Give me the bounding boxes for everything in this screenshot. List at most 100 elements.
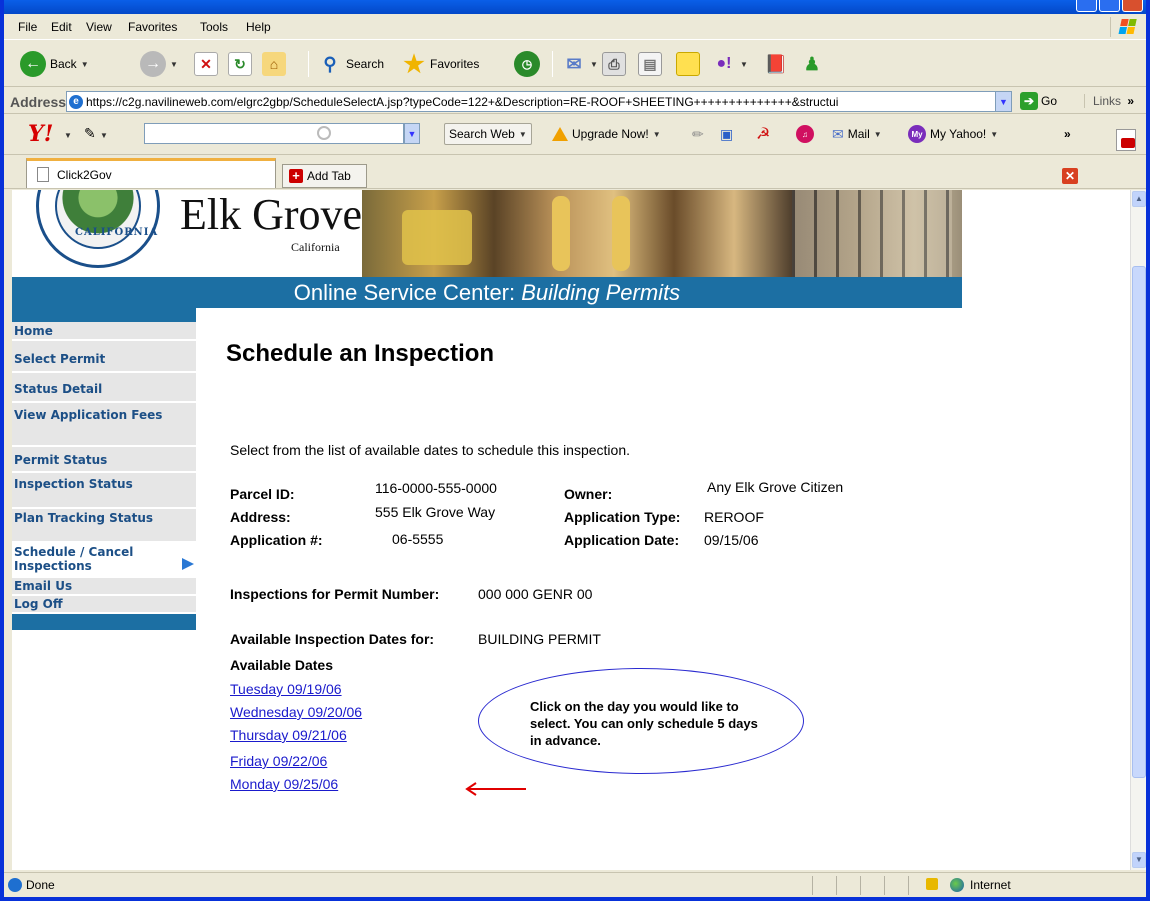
vertical-scrollbar[interactable]: ▲ ▼ — [1130, 190, 1146, 870]
nav-item-plan-tracking-status[interactable]: Plan Tracking Status — [12, 509, 196, 543]
research-button[interactable]: 📕 — [764, 49, 788, 79]
globe-icon — [950, 878, 964, 892]
pencil-icon[interactable]: ✎ — [84, 125, 96, 142]
toolbar-more-chevron[interactable]: » — [1064, 123, 1071, 145]
links-button[interactable]: Links » — [1084, 94, 1134, 108]
title-bar — [4, 0, 1146, 14]
date-link-friday[interactable]: Friday 09/22/06 — [230, 753, 327, 769]
date-link-tuesday[interactable]: Tuesday 09/19/06 — [230, 681, 342, 697]
notes-button[interactable] — [676, 49, 700, 79]
banner-title-accent: Building Permits — [521, 280, 681, 305]
close-tab-icon[interactable]: ✕ — [1062, 168, 1078, 184]
banner-title: Online Service Center: — [293, 280, 522, 305]
address-input[interactable]: e https://c2g.navilineweb.com/elgrc2gbp/… — [66, 91, 1012, 112]
go-button[interactable]: ➔ Go — [1020, 92, 1057, 110]
upgrade-now-button[interactable]: Upgrade Now! ▼ — [552, 123, 661, 145]
photo-element — [792, 190, 952, 277]
bookmarks-icon[interactable]: ▣ — [720, 123, 733, 145]
yahoo-messenger-button[interactable]: ●! ▼ — [712, 49, 748, 79]
upgrade-label: Upgrade Now! — [572, 127, 649, 141]
nav-item-label: Schedule / Cancel Inspections — [14, 545, 134, 573]
warning-icon — [552, 127, 568, 141]
security-zone-label: Internet — [970, 878, 1011, 892]
nav-item-email-us[interactable]: Email Us — [12, 578, 196, 596]
search-web-button[interactable]: Search Web ▼ — [444, 123, 532, 145]
plus-icon: + — [289, 169, 303, 183]
maximize-button[interactable] — [1099, 0, 1120, 12]
yahoo-logo-icon[interactable]: Y! — [28, 121, 53, 147]
menu-view[interactable]: View — [86, 20, 112, 34]
back-button[interactable]: ← Back ▼ — [20, 49, 89, 79]
edit-page-button[interactable]: ▤ — [638, 49, 662, 79]
search-web-label: Search Web — [449, 127, 515, 141]
menu-bar: File Edit View Favorites Tools Help — [4, 14, 1146, 40]
music-icon[interactable]: ♫ — [796, 123, 814, 145]
page-title: Schedule an Inspection — [226, 340, 495, 367]
status-divider — [860, 876, 861, 895]
instruction-callout-text: Click on the day you would like to selec… — [530, 699, 758, 748]
messenger-button[interactable]: ♟ — [800, 49, 824, 79]
menu-edit[interactable]: Edit — [51, 20, 72, 34]
date-link-thursday[interactable]: Thursday 09/21/06 — [230, 727, 347, 743]
highlighter-icon[interactable]: ✏ — [692, 123, 704, 145]
address-field-label: Address: — [230, 509, 291, 525]
nav-item-view-application-fees[interactable]: View Application Fees — [12, 403, 196, 447]
dropdown-arrow-icon[interactable]: ▼ — [64, 131, 72, 140]
print-button[interactable]: ⎙ — [602, 49, 626, 79]
back-label: Back — [50, 57, 77, 71]
home-button[interactable]: ⌂ — [262, 49, 286, 79]
close-window-button[interactable] — [1122, 0, 1143, 12]
tab-click2gov[interactable]: Click2Gov — [26, 158, 276, 188]
status-divider — [836, 876, 837, 895]
date-link-wednesday[interactable]: Wednesday 09/20/06 — [230, 704, 362, 720]
nav-cap — [12, 308, 196, 322]
nav-item-schedule-cancel-inspections[interactable]: Schedule / Cancel Inspections — [12, 543, 196, 578]
application-date-label: Application Date: — [564, 532, 680, 548]
menu-file[interactable]: File — [18, 20, 37, 34]
menu-favorites[interactable]: Favorites — [128, 20, 177, 34]
nav-item-home[interactable]: Home — [12, 322, 196, 341]
nav-item-inspection-status[interactable]: Inspection Status — [12, 473, 196, 509]
scroll-down-icon[interactable]: ▼ — [1132, 852, 1146, 868]
address-url[interactable]: https://c2g.navilineweb.com/elgrc2gbp/Sc… — [86, 95, 995, 109]
red-arrow-icon — [465, 782, 526, 796]
pdf-icon[interactable] — [1116, 129, 1136, 151]
toolbar-separator — [308, 51, 309, 77]
yahoo-messenger-icon: ●! — [716, 55, 732, 72]
banner-title-bar: Online Service Center: Building Permits — [12, 277, 962, 308]
search-button[interactable]: ⚲ Search — [318, 49, 384, 79]
stop-button[interactable]: ✕ — [194, 49, 218, 79]
status-divider — [812, 876, 813, 895]
forward-button[interactable]: → ▼ — [140, 49, 178, 79]
menu-help[interactable]: Help — [246, 20, 271, 34]
anti-spy-icon[interactable]: ☭ — [756, 123, 770, 145]
yahoo-search-input[interactable] — [144, 123, 404, 144]
date-link-monday[interactable]: Monday 09/25/06 — [230, 776, 338, 792]
my-yahoo-button[interactable]: My My Yahoo! ▼ — [908, 123, 998, 145]
menu-tools[interactable]: Tools — [200, 20, 228, 34]
nav-item-status-detail[interactable]: Status Detail — [12, 373, 196, 403]
envelope-icon: ✉ — [832, 125, 844, 142]
back-arrow-icon: ← — [20, 51, 46, 77]
yahoo-search-dropdown-icon[interactable]: ▼ — [404, 123, 420, 144]
scroll-up-icon[interactable]: ▲ — [1132, 191, 1146, 207]
nav-item-log-off[interactable]: Log Off — [12, 596, 196, 614]
seal-center — [55, 190, 141, 249]
nav-item-permit-status[interactable]: Permit Status — [12, 447, 196, 473]
nav-item-select-permit[interactable]: Select Permit — [12, 341, 196, 373]
favorites-button[interactable]: ★ Favorites — [402, 49, 479, 79]
mail-button[interactable]: ✉ ▼ — [562, 49, 598, 79]
status-text: Done — [26, 878, 55, 892]
dropdown-arrow-icon: ▼ — [590, 59, 598, 69]
application-number-label: Application #: — [230, 532, 323, 548]
minimize-button[interactable] — [1076, 0, 1097, 12]
permit-number-value: 000 000 GENR 00 — [478, 586, 593, 602]
dropdown-arrow-icon[interactable]: ▼ — [100, 131, 108, 140]
scroll-thumb[interactable] — [1132, 266, 1146, 778]
yahoo-mail-button[interactable]: ✉ Mail ▼ — [832, 123, 882, 145]
add-tab-button[interactable]: + Add Tab — [282, 164, 367, 188]
address-dropdown-icon[interactable]: ▼ — [995, 92, 1011, 111]
refresh-button[interactable]: ↻ — [228, 49, 252, 79]
history-button[interactable]: ◷ — [514, 49, 540, 79]
dropdown-arrow-icon: ▼ — [740, 59, 748, 69]
